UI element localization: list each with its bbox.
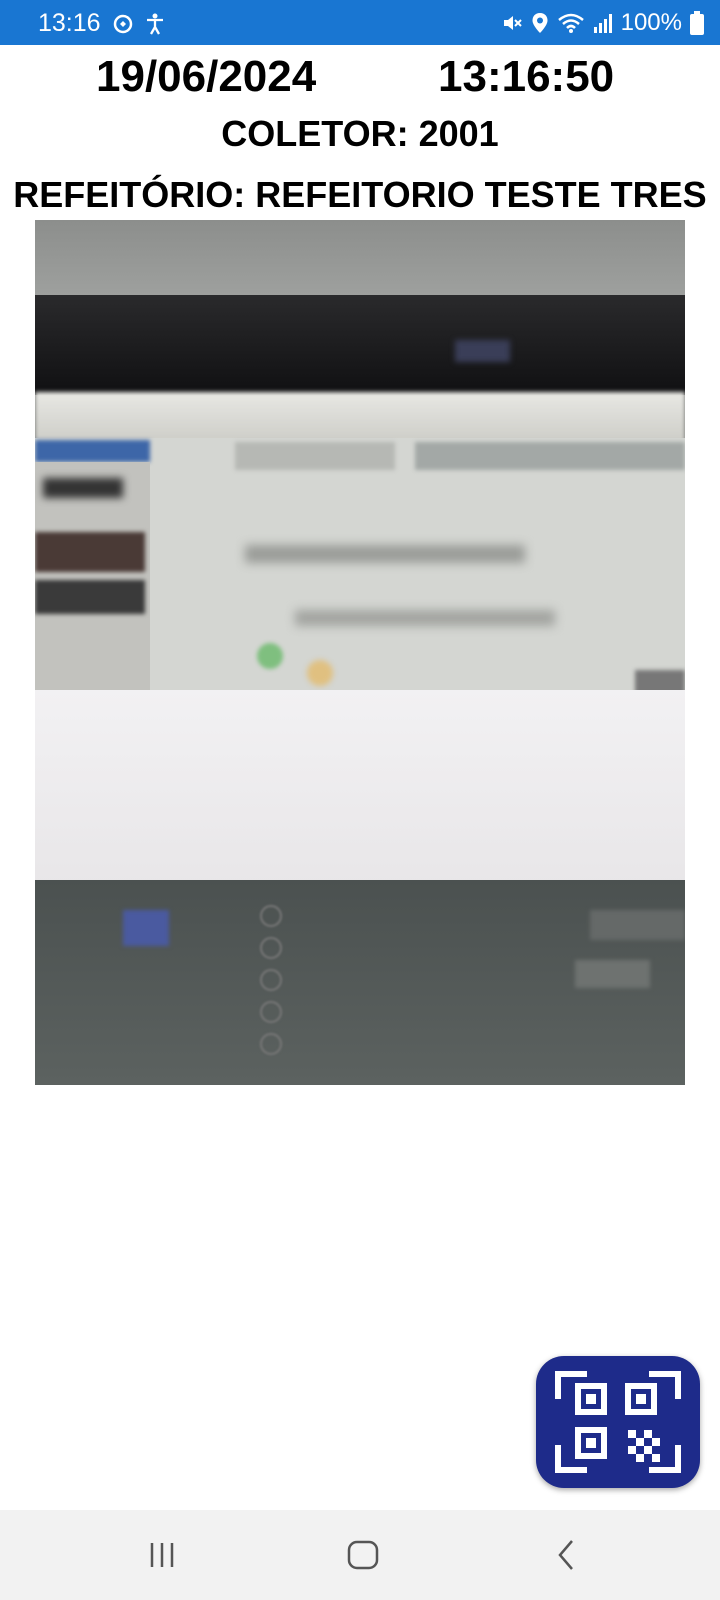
back-icon xyxy=(556,1539,576,1571)
recent-apps-button[interactable] xyxy=(132,1532,192,1578)
coletor-label: COLETOR: 2001 xyxy=(221,113,499,154)
sync-icon xyxy=(111,12,135,36)
mute-icon xyxy=(501,12,523,34)
signal-icon xyxy=(593,13,613,33)
refeitorio-label: REFEITÓRIO: REFEITORIO TESTE TRES xyxy=(13,174,707,215)
status-time: 13:16 xyxy=(38,9,101,37)
navigation-bar xyxy=(0,1510,720,1600)
home-icon xyxy=(347,1540,379,1570)
back-button[interactable] xyxy=(536,1532,596,1578)
battery-percent: 100% xyxy=(620,9,682,36)
time-label: 13:16:50 xyxy=(438,52,615,101)
accessibility-icon xyxy=(145,12,165,36)
qr-scan-button[interactable] xyxy=(536,1356,700,1488)
recent-apps-icon xyxy=(147,1541,177,1569)
wifi-icon xyxy=(557,12,585,34)
date-label: 19/06/2024 xyxy=(96,52,317,101)
status-bar: 13:16 100% xyxy=(0,0,720,45)
camera-preview[interactable] xyxy=(35,220,685,1085)
location-icon xyxy=(531,12,549,34)
battery-icon xyxy=(690,11,704,35)
home-button[interactable] xyxy=(333,1532,393,1578)
qr-scan-icon xyxy=(552,1368,684,1476)
datetime-row: 19/06/2024 13:16:50 xyxy=(0,52,720,108)
